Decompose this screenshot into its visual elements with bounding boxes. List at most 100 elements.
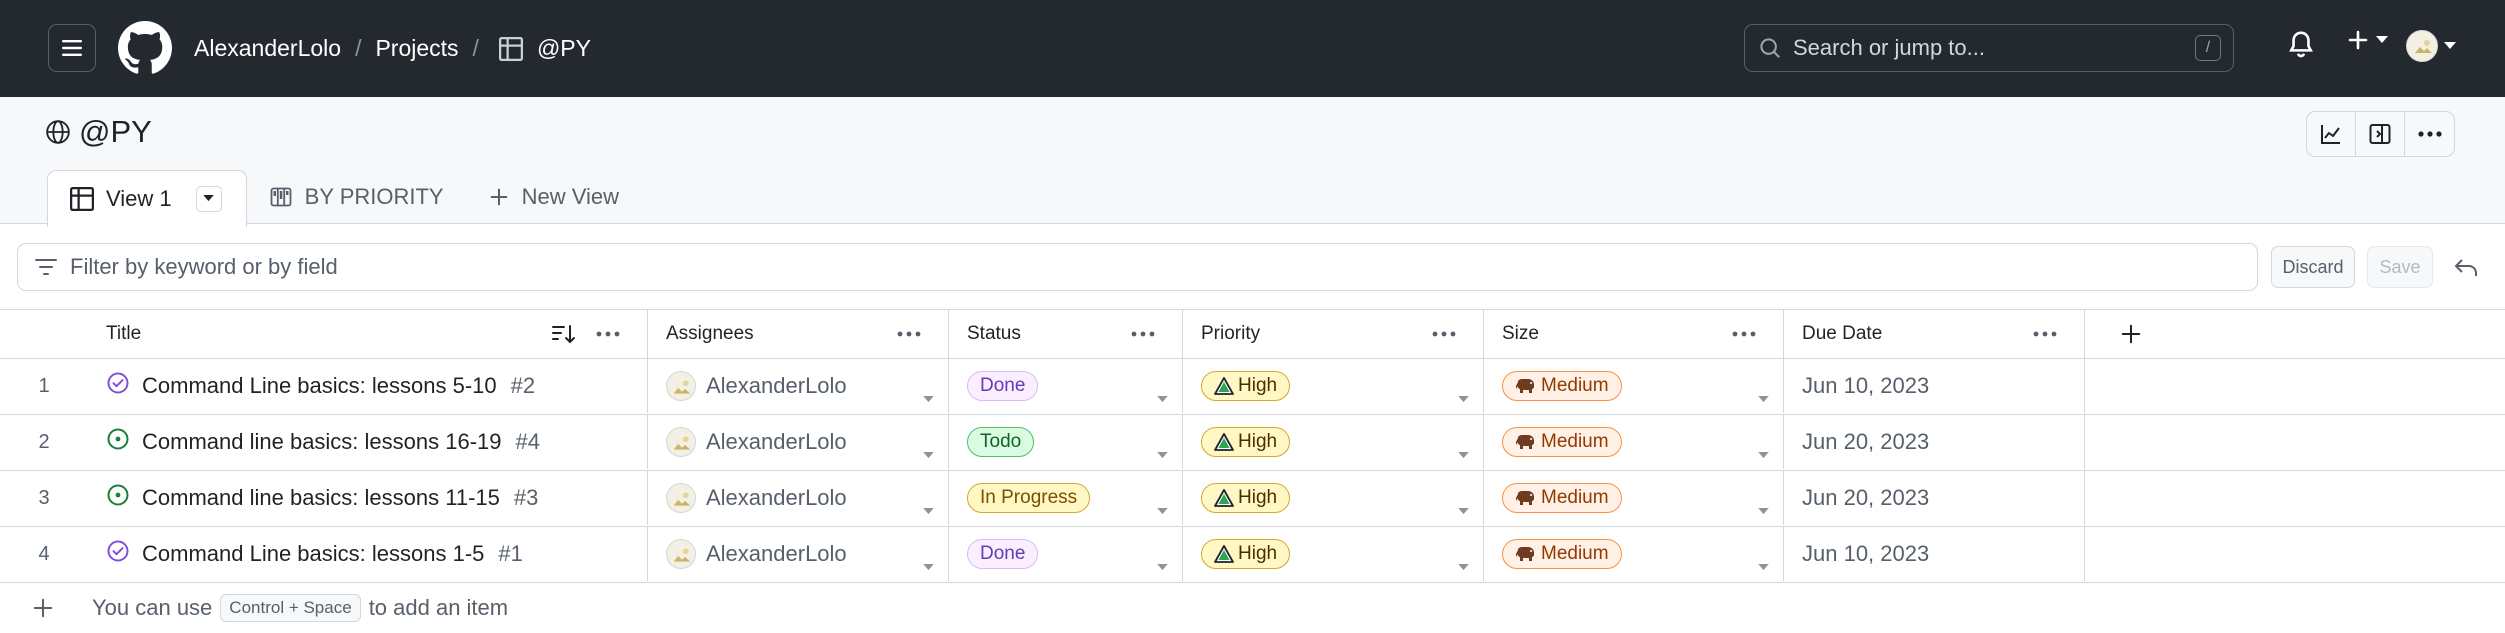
menu-button[interactable] <box>48 24 96 72</box>
due-date-cell[interactable]: Jun 20, 2023 <box>1784 415 2085 469</box>
assignee-cell[interactable]: AlexanderLolo <box>648 471 949 525</box>
table-row[interactable]: 2 Command line basics: lessons 16-19 #4 … <box>0 415 2505 471</box>
view-options-button[interactable] <box>195 185 222 212</box>
column-menu-icon[interactable] <box>1731 330 1757 338</box>
tab-view-1[interactable]: View 1 <box>47 169 247 227</box>
issue-title-link[interactable]: Command line basics: lessons 11-15 <box>142 485 500 511</box>
caret-down-icon[interactable] <box>923 551 934 577</box>
issue-number: #4 <box>515 429 540 454</box>
caret-down-icon[interactable] <box>1758 383 1769 409</box>
more-options-button[interactable] <box>2405 112 2454 156</box>
caret-down-icon[interactable] <box>1758 439 1769 465</box>
caret-down-icon[interactable] <box>923 439 934 465</box>
size-cell[interactable]: Medium <box>1484 471 1784 525</box>
status-cell[interactable]: Todo <box>949 415 1183 469</box>
github-logo-icon[interactable] <box>118 21 172 75</box>
undo-button[interactable] <box>2448 250 2484 286</box>
status-cell[interactable]: In Progress <box>949 471 1183 525</box>
column-menu-icon[interactable] <box>896 330 922 338</box>
view-tabs: View 1 BY PRIORITY New View <box>47 169 641 227</box>
discard-button[interactable]: Discard <box>2271 246 2355 288</box>
caret-down-icon[interactable] <box>923 495 934 521</box>
column-header-status[interactable]: Status <box>949 310 1183 358</box>
column-menu-icon[interactable] <box>1431 330 1457 338</box>
tab-by-priority[interactable]: BY PRIORITY <box>247 169 466 225</box>
breadcrumb-projects[interactable]: Projects <box>375 35 458 62</box>
plus-icon[interactable] <box>32 597 54 619</box>
column-menu-icon[interactable] <box>1130 330 1156 338</box>
assignee-cell[interactable]: AlexanderLolo <box>648 359 949 413</box>
priority-cell[interactable]: High <box>1183 415 1484 469</box>
due-date-cell[interactable]: Jun 20, 2023 <box>1784 471 2085 525</box>
sidebar-expand-icon <box>2369 124 2391 144</box>
sort-descending-icon[interactable] <box>551 323 577 345</box>
caret-down-icon[interactable] <box>1157 383 1168 409</box>
table-row[interactable]: 4 Command Line basics: lessons 1-5 #1 Al… <box>0 527 2505 583</box>
size-badge: Medium <box>1502 483 1622 513</box>
breadcrumb-project[interactable]: @PY <box>537 35 591 62</box>
size-cell[interactable]: Medium <box>1484 527 1784 581</box>
hint-suffix: to add an item <box>368 595 509 620</box>
title-cell[interactable]: Command Line basics: lessons 1-5 #1 <box>88 527 648 581</box>
project-actions <box>2306 111 2455 157</box>
title-cell[interactable]: Command line basics: lessons 11-15 #3 <box>88 471 648 525</box>
status-cell[interactable]: Done <box>949 359 1183 413</box>
due-date-cell[interactable]: Jun 10, 2023 <box>1784 527 2085 581</box>
add-item-row[interactable]: You can use Control + Space to add an it… <box>0 583 2505 633</box>
add-field-button[interactable] <box>2104 310 2158 358</box>
caret-down-icon[interactable] <box>1157 439 1168 465</box>
column-menu-icon[interactable] <box>595 330 621 338</box>
issue-title-link[interactable]: Command line basics: lessons 16-19 <box>142 429 502 455</box>
caret-down-icon[interactable] <box>1758 495 1769 521</box>
issue-title-link[interactable]: Command Line basics: lessons 1-5 <box>142 541 484 567</box>
title-cell[interactable]: Command Line basics: lessons 5-10 #2 <box>88 359 648 413</box>
title-cell[interactable]: Command line basics: lessons 16-19 #4 <box>88 415 648 469</box>
size-cell[interactable]: Medium <box>1484 415 1784 469</box>
table-row[interactable]: 3 Command line basics: lessons 11-15 #3 … <box>0 471 2505 527</box>
assignee-cell[interactable]: AlexanderLolo <box>648 527 949 581</box>
caret-down-icon[interactable] <box>923 383 934 409</box>
column-header-priority[interactable]: Priority <box>1183 310 1484 358</box>
filter-input[interactable]: Filter by keyword or by field <box>17 243 2258 291</box>
due-date-cell[interactable]: Jun 10, 2023 <box>1784 359 2085 413</box>
priority-cell[interactable]: High <box>1183 359 1484 413</box>
column-header-size[interactable]: Size <box>1484 310 1784 358</box>
caret-down-icon[interactable] <box>1458 495 1469 521</box>
issue-number: #2 <box>510 373 536 398</box>
create-new-button[interactable] <box>2346 28 2388 52</box>
size-label: Medium <box>1541 431 1609 452</box>
graph-icon <box>2321 125 2340 144</box>
user-menu-button[interactable] <box>2406 30 2456 62</box>
breadcrumb-owner[interactable]: AlexanderLolo <box>194 35 341 62</box>
status-badge: In Progress <box>967 483 1091 513</box>
caret-down-icon[interactable] <box>1458 551 1469 577</box>
caret-down-icon[interactable] <box>1157 551 1168 577</box>
column-menu-icon[interactable] <box>2032 330 2058 338</box>
avatar <box>666 427 696 457</box>
new-view-button[interactable]: New View <box>466 169 641 225</box>
issue-title-link[interactable]: Command Line basics: lessons 5-10 <box>142 373 497 399</box>
column-header-title[interactable]: Title <box>88 310 648 358</box>
row-number: 1 <box>38 374 50 397</box>
side-panel-button[interactable] <box>2356 112 2405 156</box>
table-row[interactable]: 1 Command Line basics: lessons 5-10 #2 A… <box>0 359 2505 415</box>
caret-down-icon[interactable] <box>1157 495 1168 521</box>
priority-cell[interactable]: High <box>1183 471 1484 525</box>
caret-down-icon[interactable] <box>1758 551 1769 577</box>
global-search-input[interactable]: Search or jump to... / <box>1744 24 2234 72</box>
insights-button[interactable] <box>2307 112 2356 156</box>
avatar <box>666 371 696 401</box>
caret-down-icon[interactable] <box>1458 439 1469 465</box>
notifications-button[interactable] <box>2288 30 2314 66</box>
caret-down-icon[interactable] <box>1458 383 1469 409</box>
size-cell[interactable]: Medium <box>1484 359 1784 413</box>
column-header-due-date[interactable]: Due Date <box>1784 310 2085 358</box>
priority-cell[interactable]: High <box>1183 527 1484 581</box>
save-button[interactable]: Save <box>2367 246 2433 288</box>
assignee-cell[interactable]: AlexanderLolo <box>648 415 949 469</box>
filter-placeholder: Filter by keyword or by field <box>70 254 338 279</box>
global-header: AlexanderLolo / Projects / @PY Search or… <box>0 0 2505 97</box>
column-header-assignees[interactable]: Assignees <box>648 310 949 358</box>
filter-icon <box>34 257 58 277</box>
status-cell[interactable]: Done <box>949 527 1183 581</box>
